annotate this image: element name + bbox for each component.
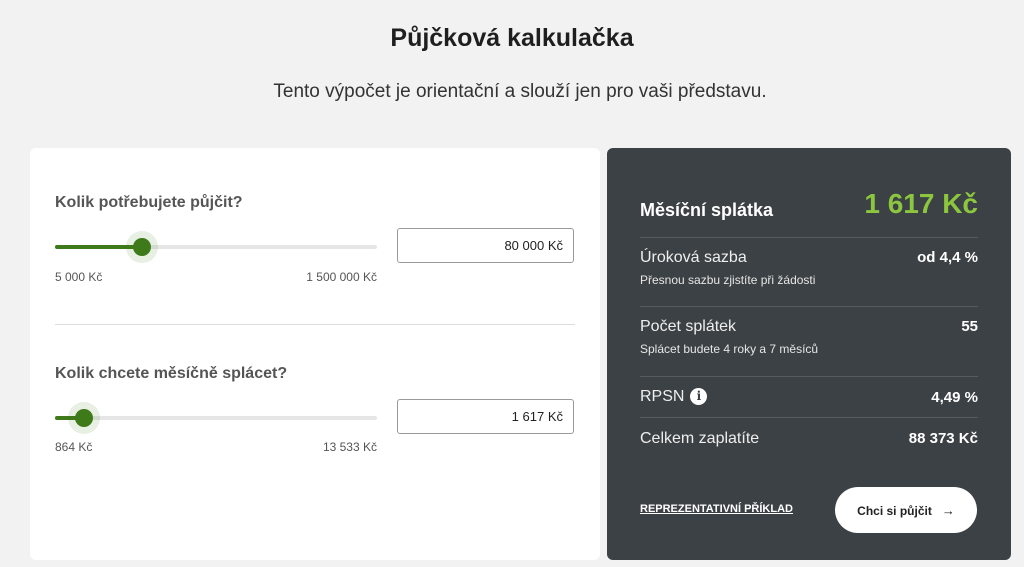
monthly-payment-value: 1 617 Kč (864, 188, 978, 219)
monthly-payment-question: Kolik chcete měsíčně splácet? (55, 365, 288, 382)
slider-track[interactable] (55, 416, 377, 420)
info-icon[interactable]: i (690, 388, 708, 405)
representative-example-link[interactable]: REPREZENTATIVNÍ PŘÍKLAD (640, 503, 793, 515)
monthly-payment-row: Měsíční splátka 1 617 Kč (640, 188, 978, 221)
loan-amount-question: Kolik potřebujete půjčit? (55, 194, 243, 211)
summary-divider (640, 376, 978, 377)
apply-loan-button[interactable]: Chci si půjčit → (835, 487, 977, 533)
total-value: 88 373 Kč (908, 430, 978, 447)
summary-card: Měsíční splátka 1 617 Kč Úroková sazba o… (607, 148, 1011, 560)
loan-amount-slider[interactable] (55, 231, 377, 263)
total-row: Celkem zaplatíte 88 373 Kč (640, 430, 978, 448)
installments-row: Počet splátek 55 Splácet budete 4 roky a… (640, 318, 978, 356)
installments-note: Splácet budete 4 roky a 7 měsíců (640, 342, 819, 356)
loan-amount-input[interactable] (397, 228, 574, 263)
arrow-right-icon: → (941, 502, 955, 518)
interest-rate-row: Úroková sazba od 4,4 % Přesnou sazbu zji… (640, 249, 978, 287)
page-subtitle: Tento výpočet je orientační a slouží jen… (273, 81, 767, 102)
installments-value: 55 (961, 318, 978, 335)
summary-divider (640, 417, 978, 418)
installments-label: Počet splátek (640, 318, 737, 335)
page-title: Půjčková kalkulačka (390, 24, 634, 52)
interest-rate-value: od 4,4 % (917, 249, 978, 266)
monthly-payment-slider[interactable] (55, 402, 377, 434)
monthly-payment-label: Měsíční splátka (640, 200, 774, 220)
loan-amount-min-label: 5 000 Kč (55, 270, 103, 284)
slider-thumb[interactable] (74, 409, 93, 427)
rpsn-label: RPSN (640, 388, 685, 405)
monthly-payment-max-label: 13 533 Kč (322, 440, 377, 454)
monthly-payment-min-label: 864 Kč (55, 440, 93, 454)
summary-divider (640, 237, 978, 238)
rpsn-value: 4,49 % (931, 389, 978, 406)
monthly-payment-input[interactable] (397, 399, 574, 434)
total-label: Celkem zaplatíte (640, 430, 760, 447)
interest-rate-note: Přesnou sazbu zjistíte při žádosti (640, 273, 816, 287)
section-divider (55, 324, 575, 325)
loan-amount-max-label: 1 500 000 Kč (306, 270, 377, 284)
calculator-inputs-card: Kolik potřebujete půjčit? 5 000 Kč 1 500… (30, 148, 600, 560)
slider-thumb[interactable] (132, 238, 151, 256)
summary-divider (640, 306, 978, 307)
apply-loan-label: Chci si půjčit (857, 503, 932, 518)
rpsn-row: RPSN i 4,49 % (640, 388, 978, 406)
